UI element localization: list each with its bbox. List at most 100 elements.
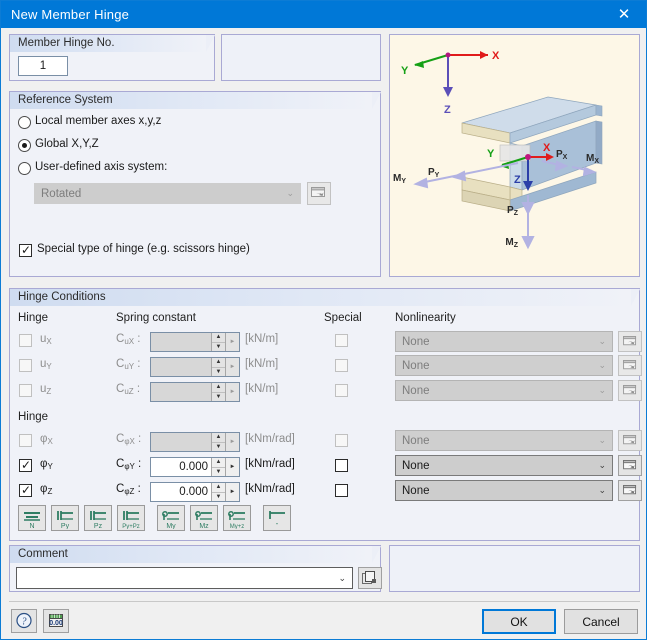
- spinner-more-phix[interactable]: ►: [225, 433, 239, 451]
- axis-system-combo[interactable]: Rotated ⌄: [34, 183, 301, 204]
- nonlinearity-combo-phiy[interactable]: None ⌄: [395, 455, 613, 476]
- hinge-label-phiy: φY: [40, 458, 53, 471]
- unit-uy: [kN/m]: [245, 358, 279, 370]
- radio-global-xyz[interactable]: [18, 139, 31, 152]
- hinge-checkbox-phiy[interactable]: ✓: [19, 458, 32, 472]
- chevron-down-icon: ⌄: [598, 336, 606, 346]
- member-hinge-no-legend: Member Hinge No.: [10, 35, 215, 52]
- comment-pick-button[interactable]: [358, 567, 382, 589]
- chevron-down-icon: ⌄: [598, 435, 606, 445]
- spinner-more-uz[interactable]: ►: [225, 383, 239, 401]
- special-checkbox-phiy[interactable]: [335, 459, 348, 472]
- chevron-down-icon: ⌄: [598, 485, 606, 495]
- spring-value-cux: [151, 333, 211, 351]
- comment-combo[interactable]: ⌄: [16, 567, 353, 589]
- spinner-uz[interactable]: ▲ ▼: [211, 383, 225, 401]
- hinge-checkbox-uz[interactable]: [19, 384, 32, 397]
- window-edit-icon: [311, 187, 325, 197]
- spring-value-cphiy: 0.000: [179, 461, 208, 473]
- close-icon[interactable]: ✕: [602, 1, 646, 28]
- svg-text:0.00: 0.00: [49, 620, 63, 627]
- help-icon: ?: [16, 612, 32, 629]
- hinge-checkbox-phiz[interactable]: ✓: [19, 483, 32, 497]
- chevron-down-icon: ⌄: [598, 385, 606, 395]
- spring-value-cphix: [151, 433, 211, 451]
- radio-local-member-axes[interactable]: [18, 116, 31, 129]
- spring-value-cuz: [151, 383, 211, 401]
- spinner-uy[interactable]: ▲ ▼: [211, 358, 225, 376]
- unit-uz: [kN/m]: [245, 383, 279, 395]
- hinge-checkbox-uy[interactable]: [19, 359, 32, 372]
- special-checkbox-ux[interactable]: [335, 334, 348, 347]
- nonlinearity-combo-uy[interactable]: None ⌄: [395, 355, 613, 376]
- spring-label-cuz: CuZ :: [116, 383, 141, 396]
- hinge-checkbox-phix[interactable]: [19, 434, 32, 447]
- preset-n-button[interactable]: N: [18, 505, 46, 531]
- nonlinearity-edit-button-phiy[interactable]: [618, 455, 642, 476]
- preset-none-label: -: [276, 519, 279, 528]
- special-checkbox-uy[interactable]: [335, 359, 348, 372]
- spinner-phix[interactable]: ▲ ▼: [211, 433, 225, 451]
- col-hinge-header: Hinge: [18, 312, 49, 324]
- window-edit-icon: [622, 484, 636, 494]
- spring-label-cphiz: CφZ :: [116, 483, 141, 496]
- spinner-more-phiy[interactable]: ►: [225, 458, 239, 476]
- hinge-checkbox-ux[interactable]: [19, 334, 32, 347]
- nonlinearity-combo-uz[interactable]: None ⌄: [395, 380, 613, 401]
- preset-py-pz-button[interactable]: Py+Pz: [117, 505, 145, 531]
- preset-none-button[interactable]: -: [263, 505, 291, 531]
- preset-pz-button[interactable]: Pz: [84, 505, 112, 531]
- preset-n-label: N: [29, 523, 34, 529]
- window-title: New Member Hinge: [11, 7, 130, 22]
- spinner-more-uy[interactable]: ►: [225, 358, 239, 376]
- spinner-phiy[interactable]: ▲ ▼: [211, 458, 225, 476]
- edit-axis-system-button[interactable]: [307, 182, 331, 205]
- nonlinearity-edit-button-phiz[interactable]: [618, 480, 642, 501]
- nonlinearity-edit-button-ux[interactable]: [618, 331, 642, 352]
- window-edit-icon: [622, 384, 636, 394]
- radio-user-defined-axis-label: User-defined axis system:: [35, 161, 168, 173]
- units-icon: 0.00: [49, 614, 63, 627]
- top-empty-panel: [221, 34, 381, 81]
- nonlinearity-combo-phiz[interactable]: None ⌄: [395, 480, 613, 501]
- spring-label-cuy: CuY :: [116, 358, 141, 371]
- copy-pages-icon: [362, 571, 376, 584]
- spring-input-cphiz[interactable]: 0.000 ▲ ▼ ►: [150, 482, 240, 502]
- preset-mz-button[interactable]: Mz: [190, 505, 218, 531]
- special-checkbox-uz[interactable]: [335, 384, 348, 397]
- member-hinge-no-group: Member Hinge No.: [9, 34, 215, 81]
- member-hinge-no-input[interactable]: [18, 56, 68, 76]
- spinner-more-ux[interactable]: ►: [225, 333, 239, 351]
- spinner-ux[interactable]: ▲ ▼: [211, 333, 225, 351]
- cancel-button[interactable]: Cancel: [564, 609, 638, 634]
- ok-button[interactable]: OK: [482, 609, 556, 634]
- unit-phiz: [kNm/rad]: [245, 483, 295, 495]
- hinge-preset-none-icon: -: [269, 510, 285, 528]
- nonlinearity-edit-button-uz[interactable]: [618, 380, 642, 401]
- axis-system-combo-value: Rotated: [41, 187, 82, 200]
- units-button[interactable]: 0.00: [43, 609, 69, 633]
- spring-input-cphiy[interactable]: 0.000 ▲ ▼ ►: [150, 457, 240, 477]
- hinge-label-phiz: φZ: [40, 483, 53, 496]
- preset-my-mz-button[interactable]: My+z: [223, 505, 251, 531]
- radio-user-defined-axis[interactable]: [18, 162, 31, 175]
- special-hinge-checkbox[interactable]: ✓: [19, 243, 32, 257]
- nonlinearity-combo-phix[interactable]: None ⌄: [395, 430, 613, 451]
- spring-input-cuz[interactable]: ▲ ▼ ►: [150, 382, 240, 402]
- nonlinearity-edit-button-uy[interactable]: [618, 355, 642, 376]
- spinner-more-phiz[interactable]: ►: [225, 483, 239, 501]
- nonlinearity-combo-ux[interactable]: None ⌄: [395, 331, 613, 352]
- help-button[interactable]: ?: [11, 609, 37, 633]
- nonlinearity-value-phiz: None: [402, 484, 430, 497]
- spring-input-cuy[interactable]: ▲ ▼ ►: [150, 357, 240, 377]
- spring-label-cux: CuX :: [116, 333, 141, 346]
- preset-py-button[interactable]: Py: [51, 505, 79, 531]
- nonlinearity-edit-button-phix[interactable]: [618, 430, 642, 451]
- preset-my-button[interactable]: My: [157, 505, 185, 531]
- special-checkbox-phix[interactable]: [335, 434, 348, 447]
- spinner-phiz[interactable]: ▲ ▼: [211, 483, 225, 501]
- svg-text:?: ?: [22, 617, 27, 628]
- spring-input-cux[interactable]: ▲ ▼ ►: [150, 332, 240, 352]
- spring-input-cphix[interactable]: ▲ ▼ ►: [150, 432, 240, 452]
- special-checkbox-phiz[interactable]: [335, 484, 348, 497]
